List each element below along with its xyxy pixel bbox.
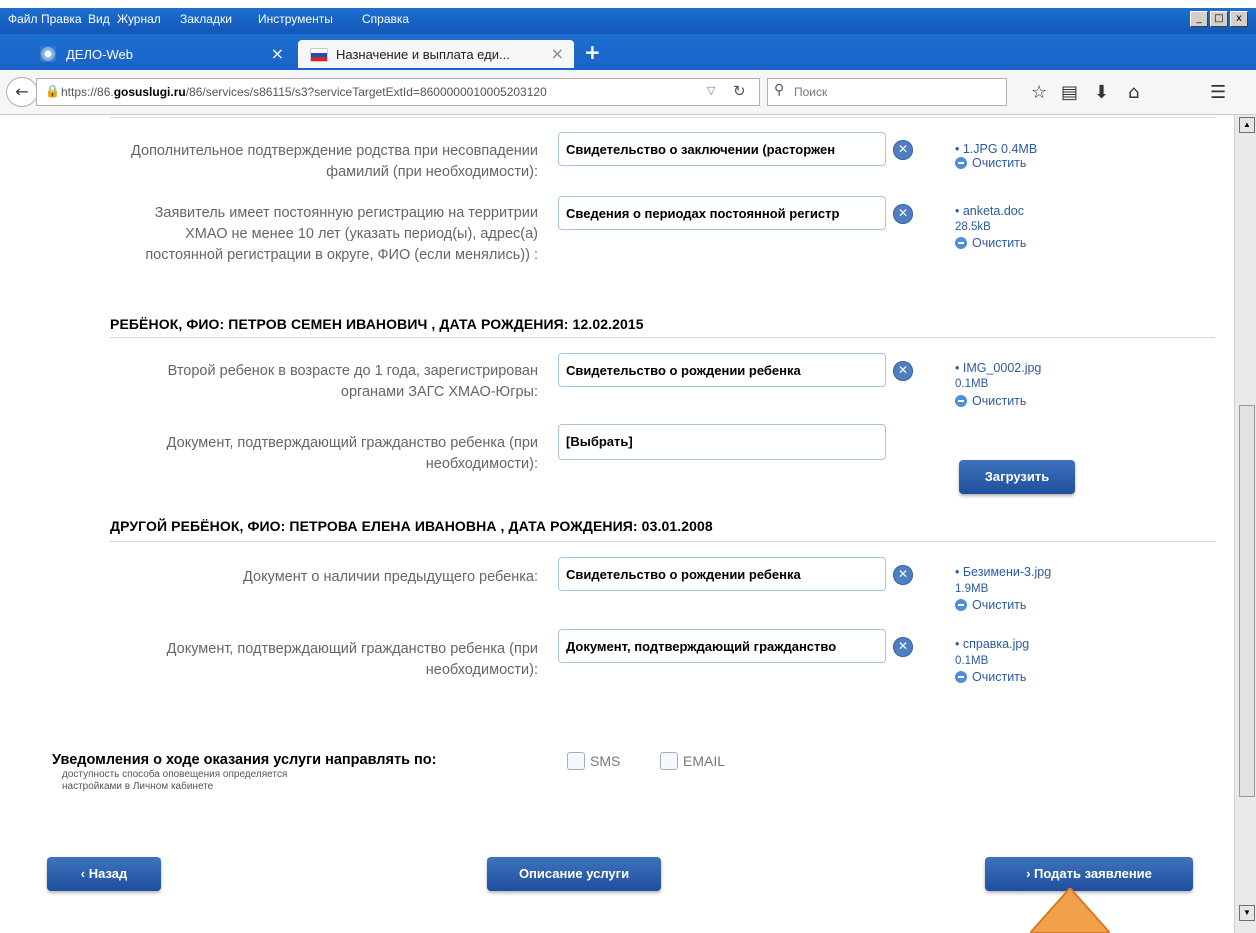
remove-icon[interactable]: ✕ xyxy=(893,361,913,381)
reload-icon[interactable]: ↻ xyxy=(733,82,746,100)
file-size: 28.5kB xyxy=(955,221,991,233)
reading-list-icon[interactable]: ▤ xyxy=(1061,82,1078,103)
file-link[interactable]: • Безимени-3.jpg xyxy=(955,565,1051,579)
document-select[interactable]: Свидетельство о рождении ребенка xyxy=(558,353,886,387)
submit-application-button[interactable]: › Подать заявление xyxy=(985,857,1193,891)
search-placeholder: Поиск xyxy=(794,85,828,99)
minimize-button[interactable]: _ xyxy=(1190,11,1208,27)
menu-bar: Файл Правка Вид Журнал Закладки Инструме… xyxy=(0,8,1256,34)
menu-tools[interactable]: Инструменты xyxy=(258,12,333,26)
sms-label: SMS xyxy=(590,753,621,769)
scroll-up-icon[interactable]: ▲ xyxy=(1239,117,1255,133)
file-link[interactable]: • anketa.doc xyxy=(955,204,1024,218)
email-checkbox[interactable] xyxy=(660,752,678,770)
close-icon[interactable]: × xyxy=(551,44,564,63)
menu-history[interactable]: Журнал xyxy=(117,12,161,26)
divider xyxy=(110,337,1215,338)
field-label: Документ о наличии предыдущего ребенка: xyxy=(243,569,538,585)
globe-icon xyxy=(40,46,56,62)
field-label: Документ, подтверждающий гражданство реб… xyxy=(166,641,538,678)
bookmark-star-icon[interactable]: ☆ xyxy=(1031,82,1047,103)
file-link[interactable]: • 1.JPG 0.4MB xyxy=(955,142,1037,156)
remove-icon[interactable]: ✕ xyxy=(893,565,913,585)
file-size: 1.9MB xyxy=(955,583,989,595)
russian-flag-icon xyxy=(310,48,328,62)
menu-bookmarks[interactable]: Закладки xyxy=(180,12,232,26)
tab-strip: ДЕЛО-Web × Назначение и выплата еди... ×… xyxy=(0,34,1256,70)
window-controls: _ □ x xyxy=(1190,11,1248,27)
divider xyxy=(110,541,1215,542)
lock-icon: 🔒 xyxy=(45,84,60,98)
sms-checkbox[interactable] xyxy=(567,752,585,770)
file-link[interactable]: • IMG_0002.jpg xyxy=(955,361,1041,375)
close-window-button[interactable]: x xyxy=(1230,11,1248,27)
minus-circle-icon xyxy=(955,237,967,249)
search-icon: ⚲ xyxy=(774,82,785,98)
file-link[interactable]: • справка.jpg xyxy=(955,637,1029,651)
service-description-button[interactable]: Описание услуги xyxy=(487,857,661,891)
section-heading-child: РЕБЁНОК, ФИО: ПЕТРОВ СЕМЕН ИВАНОВИЧ , ДА… xyxy=(110,316,644,332)
menu-icon[interactable]: ☰ xyxy=(1210,82,1226,103)
clear-button[interactable]: Очистить xyxy=(955,236,1026,250)
new-tab-button[interactable]: + xyxy=(584,40,601,64)
close-icon[interactable]: × xyxy=(271,44,284,63)
navigation-bar: ← 🔒 https://86.gosuslugi.ru/86/services/… xyxy=(0,70,1256,115)
tab-label: ДЕЛО-Web xyxy=(66,47,133,62)
field-label: Документ, подтверждающий гражданство реб… xyxy=(166,435,538,472)
file-size: 0.1MB xyxy=(955,655,989,667)
document-select[interactable]: Свидетельство о рождении ребенка xyxy=(558,557,886,591)
tab-label: Назначение и выплата еди... xyxy=(336,47,510,62)
clear-button[interactable]: Очистить xyxy=(955,670,1026,684)
notify-hint: доступность способа оповещения определяе… xyxy=(62,769,288,780)
search-input[interactable]: ⚲ Поиск xyxy=(767,78,1007,106)
field-label: Дополнительное подтверждение родства при… xyxy=(131,143,538,180)
field-label: Заявитель имеет постоянную регистрацию н… xyxy=(145,205,538,263)
field-label: Второй ребенок в возрасте до 1 года, зар… xyxy=(167,363,538,400)
minus-circle-icon xyxy=(955,157,967,169)
document-select[interactable]: Свидетельство о заключении (расторжен xyxy=(558,132,886,166)
document-select[interactable]: [Выбрать] xyxy=(558,424,886,460)
document-select[interactable]: Документ, подтверждающий гражданство xyxy=(558,629,886,663)
back-button[interactable]: ‹ Назад xyxy=(47,857,161,891)
url-bar[interactable]: 🔒 https://86.gosuslugi.ru/86/services/s8… xyxy=(36,78,760,106)
dropdown-icon[interactable]: ▽ xyxy=(707,84,715,97)
minus-circle-icon xyxy=(955,395,967,407)
url-text: https://86.gosuslugi.ru/86/services/s861… xyxy=(61,85,547,99)
clear-button[interactable]: Очистить xyxy=(955,156,1026,170)
scroll-down-icon[interactable]: ▼ xyxy=(1239,905,1255,921)
notify-hint: настройками в Личном кабинете xyxy=(62,781,214,792)
remove-icon[interactable]: ✕ xyxy=(893,637,913,657)
scrollbar-thumb[interactable] xyxy=(1239,405,1255,797)
download-icon[interactable]: ⬇ xyxy=(1094,82,1109,103)
menu-help[interactable]: Справка xyxy=(362,12,409,26)
divider xyxy=(110,117,1215,118)
section-heading-other-child: ДРУГОЙ РЕБЁНОК, ФИО: ПЕТРОВА ЕЛЕНА ИВАНО… xyxy=(110,518,713,534)
minus-circle-icon xyxy=(955,671,967,683)
menu-file[interactable]: Файл xyxy=(8,12,38,26)
vertical-scrollbar[interactable]: ▲ ▼ xyxy=(1234,115,1256,933)
notify-title: Уведомления о ходе оказания услуги напра… xyxy=(52,752,437,768)
clear-button[interactable]: Очистить xyxy=(955,598,1026,612)
back-arrow-icon[interactable]: ← xyxy=(6,77,38,107)
remove-icon[interactable]: ✕ xyxy=(893,204,913,224)
minus-circle-icon xyxy=(955,599,967,611)
tab-delo-web[interactable]: ДЕЛО-Web × xyxy=(28,40,294,68)
home-icon[interactable]: ⌂ xyxy=(1128,82,1139,103)
file-size: 0.1MB xyxy=(955,378,989,390)
clear-button[interactable]: Очистить xyxy=(955,394,1026,408)
menu-view[interactable]: Вид xyxy=(88,12,110,26)
tab-gosuslugi[interactable]: Назначение и выплата еди... × xyxy=(298,40,574,68)
browser-window: Файл Правка Вид Журнал Закладки Инструме… xyxy=(0,0,1256,933)
email-label: EMAIL xyxy=(683,753,726,769)
maximize-button[interactable]: □ xyxy=(1210,11,1228,27)
upload-button[interactable]: Загрузить xyxy=(959,460,1075,494)
document-select[interactable]: Сведения о периодах постоянной регистр xyxy=(558,196,886,230)
remove-icon[interactable]: ✕ xyxy=(893,140,913,160)
menu-edit[interactable]: Правка xyxy=(41,12,82,26)
pointer-arrow-icon xyxy=(1030,888,1110,933)
